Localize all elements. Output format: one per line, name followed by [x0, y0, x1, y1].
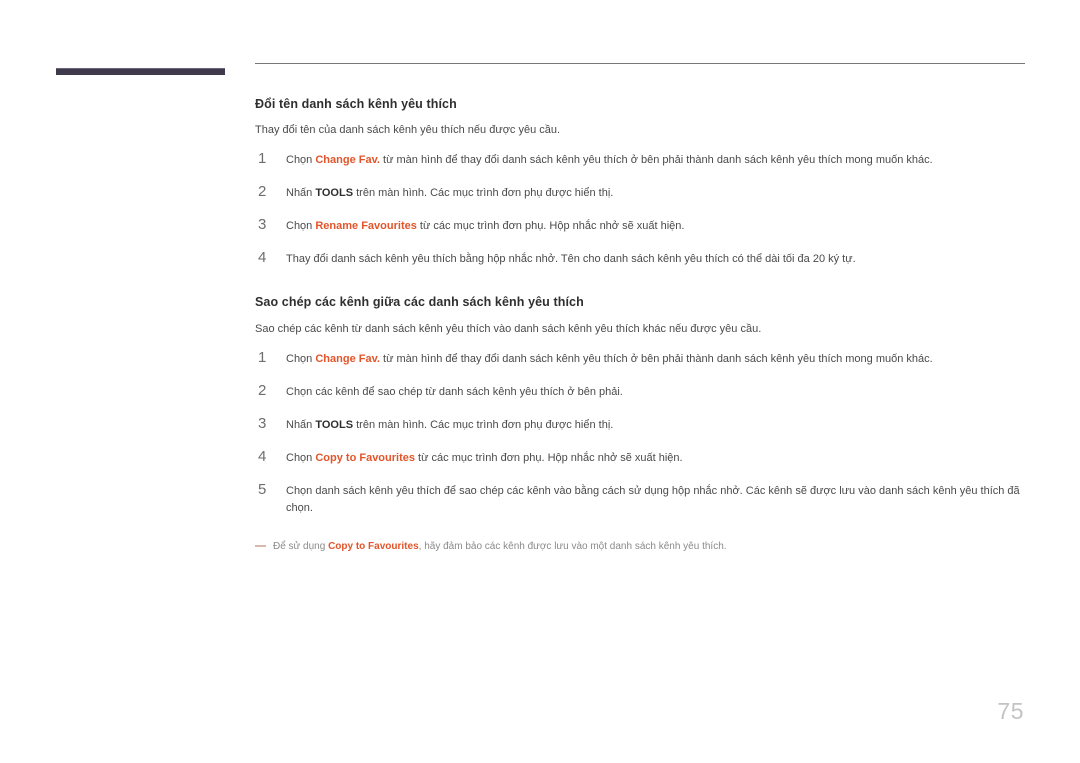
step-text: Chọn danh sách kênh yêu thích để sao ché…	[286, 483, 1025, 517]
section-rename-favourites: Đổi tên danh sách kênh yêu thích Thay đổ…	[255, 96, 1025, 268]
step-text-before: Thay đổi danh sách kênh yêu thích bằng h…	[286, 253, 856, 266]
step-text-before: Chọn	[286, 220, 316, 233]
step-item: 1 Chọn Change Fav. từ màn hình để thay đ…	[255, 348, 1025, 368]
step-text: Thay đổi danh sách kênh yêu thích bằng h…	[286, 251, 1025, 268]
step-number: 4	[258, 249, 267, 267]
step-text: Chọn các kênh để sao chép từ danh sách k…	[286, 384, 1025, 401]
step-text-after: từ màn hình để thay đổi danh sách kênh y…	[379, 154, 933, 167]
step-list: 1 Chọn Change Fav. từ màn hình để thay đ…	[255, 348, 1025, 517]
step-text: Chọn Copy to Favourites từ các mục trình…	[286, 450, 1025, 467]
step-text-before: Chọn	[286, 352, 316, 365]
step-text: Nhấn TOOLS trên màn hình. Các mục trình …	[286, 185, 1025, 202]
section-heading: Đổi tên danh sách kênh yêu thích	[255, 97, 457, 111]
step-text-before: Chọn	[286, 154, 316, 167]
step-text-before: Nhấn	[286, 187, 316, 200]
step-text: Chọn Change Fav. từ màn hình để thay đổi…	[286, 351, 1025, 368]
step-number: 4	[258, 447, 267, 465]
step-text-before: Chọn các kênh để sao chép từ danh sách k…	[286, 385, 623, 398]
page-content: Đổi tên danh sách kênh yêu thích Thay đổ…	[255, 63, 1025, 554]
note-dash-icon	[255, 544, 266, 547]
step-number: 2	[258, 183, 267, 201]
note-ui-term: Copy to Favourites	[328, 540, 419, 552]
step-key-term: TOOLS	[315, 418, 354, 431]
step-text-after: trên màn hình. Các mục trình đơn phụ đượ…	[353, 187, 614, 200]
step-number: 2	[258, 381, 267, 399]
step-text-before: Nhấn	[286, 418, 316, 431]
step-number: 3	[258, 216, 267, 234]
step-ui-term: Copy to Favourites	[315, 451, 415, 464]
note-block: Để sử dụng Copy to Favourites, hãy đảm b…	[255, 539, 1025, 554]
section-intro: Thay đổi tên của danh sách kênh yêu thíc…	[255, 124, 561, 137]
step-number: 3	[258, 414, 267, 432]
section-heading: Sao chép các kênh giữa các danh sách kên…	[255, 295, 584, 310]
step-number: 1	[258, 150, 267, 168]
step-text: Nhấn TOOLS trên màn hình. Các mục trình …	[286, 417, 1025, 434]
step-item: 4 Chọn Copy to Favourites từ các mục trì…	[255, 447, 1025, 467]
step-item: 1 Chọn Change Fav. từ màn hình để thay đ…	[255, 150, 1025, 169]
section-intro: Sao chép các kênh từ danh sách kênh yêu …	[255, 322, 762, 335]
step-item: 5 Chọn danh sách kênh yêu thích để sao c…	[255, 480, 1025, 517]
step-ui-term: Rename Favourites	[315, 220, 417, 233]
step-ui-term: Change Fav.	[315, 352, 380, 365]
step-item: 4 Thay đổi danh sách kênh yêu thích bằng…	[255, 249, 1025, 268]
page-number: 75	[997, 698, 1024, 724]
step-text-after: từ các mục trình đơn phụ. Hộp nhắc nhở s…	[416, 220, 685, 233]
note-text-before: Để sử dụng	[273, 540, 329, 552]
step-item: 3 Nhấn TOOLS trên màn hình. Các mục trìn…	[255, 414, 1025, 434]
step-item: 2 Nhấn TOOLS trên màn hình. Các mục trìn…	[255, 183, 1025, 202]
step-list: 1 Chọn Change Fav. từ màn hình để thay đ…	[255, 150, 1025, 268]
step-text: Chọn Rename Favourites từ các mục trình …	[286, 218, 1025, 235]
step-text-before: Chọn danh sách kênh yêu thích để sao ché…	[286, 484, 1020, 514]
step-ui-term: Change Fav.	[315, 154, 380, 167]
step-item: 2 Chọn các kênh để sao chép từ danh sách…	[255, 381, 1025, 401]
step-text-after: trên màn hình. Các mục trình đơn phụ đượ…	[353, 418, 614, 431]
step-text-after: từ các mục trình đơn phụ. Hộp nhắc nhở s…	[414, 451, 683, 464]
step-number: 1	[258, 348, 267, 366]
chapter-tab-bar	[56, 68, 225, 75]
step-item: 3 Chọn Rename Favourites từ các mục trìn…	[255, 216, 1025, 235]
note-text-after: , hãy đảm bảo các kênh được lưu vào một …	[418, 540, 727, 552]
section-copy-to-favourites: Sao chép các kênh giữa các danh sách kên…	[255, 294, 1025, 516]
header-divider	[255, 63, 1025, 64]
step-text-after: từ màn hình để thay đổi danh sách kênh y…	[379, 352, 933, 365]
step-key-term: TOOLS	[315, 187, 354, 200]
step-number: 5	[258, 480, 267, 498]
step-text: Chọn Change Fav. từ màn hình để thay đổi…	[286, 152, 1025, 169]
step-text-before: Chọn	[286, 451, 316, 464]
